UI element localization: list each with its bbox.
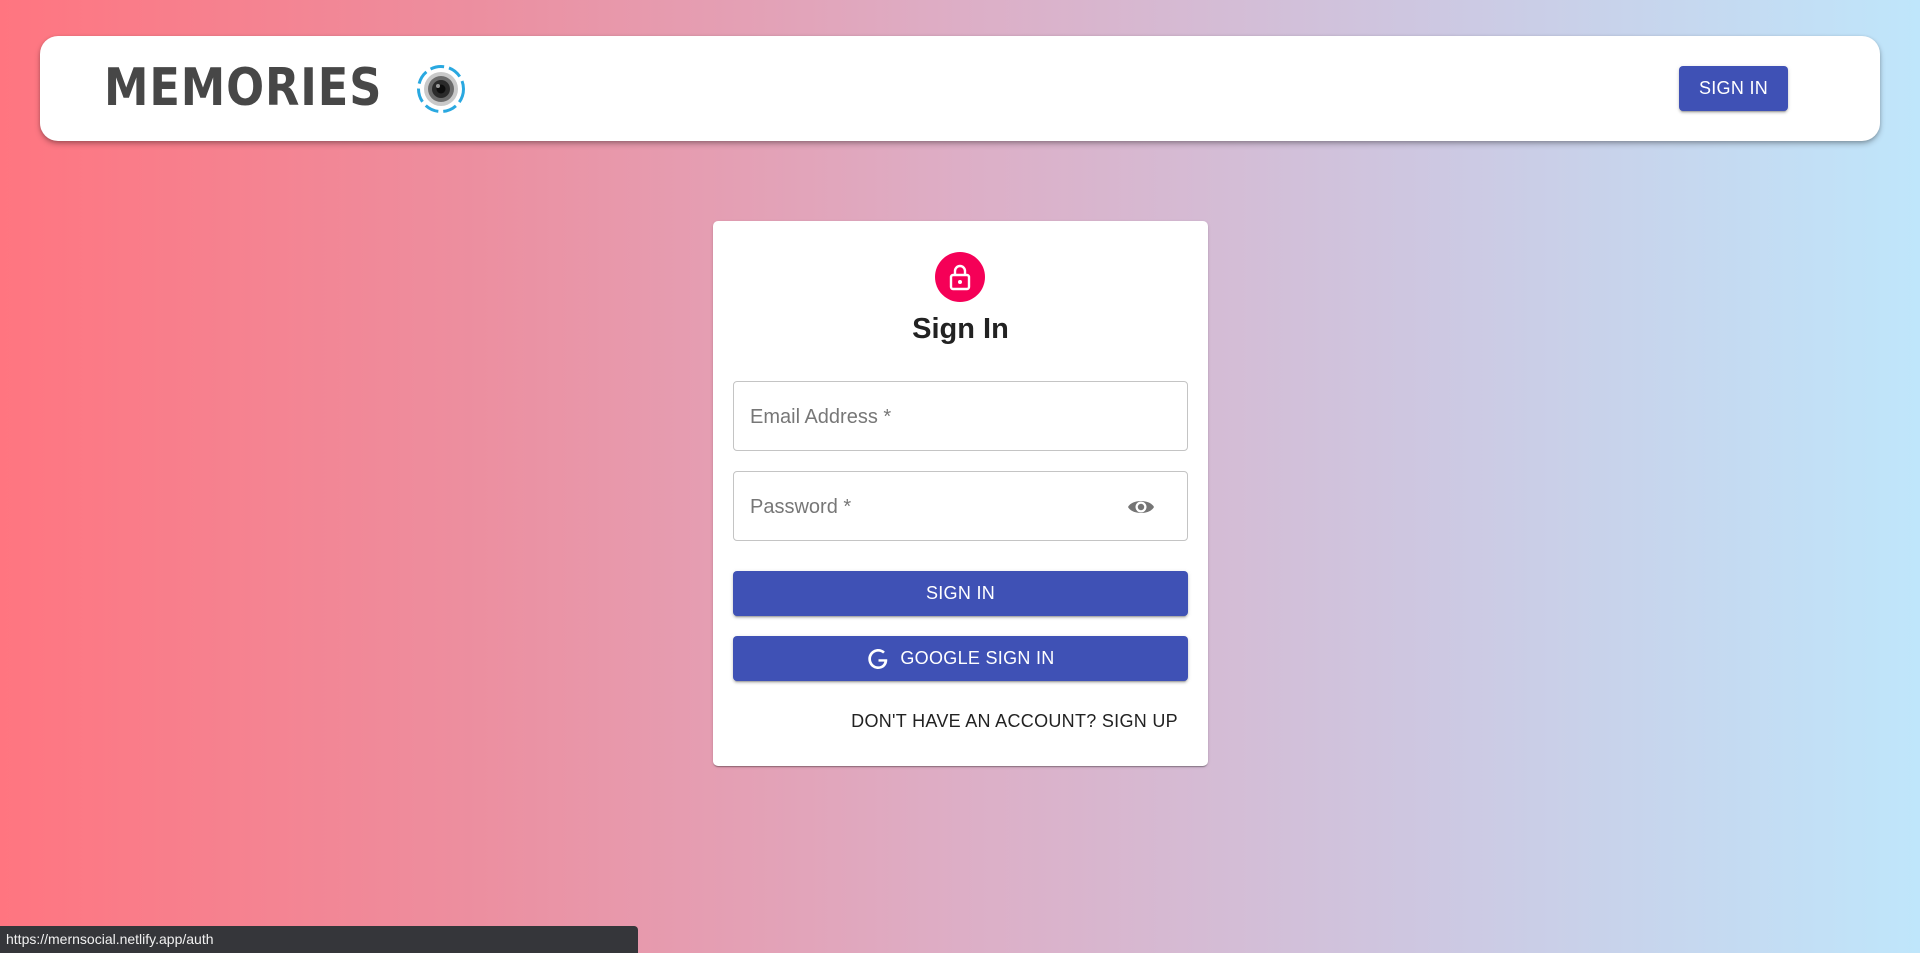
lock-avatar [935,252,985,302]
auth-card: Sign In Email Address * Password * SIGN … [713,221,1208,766]
password-placeholder: Password * [750,496,852,518]
page-title: Sign In [912,313,1009,345]
signin-button[interactable]: SIGN IN [733,571,1188,616]
lock-icon [949,264,971,291]
brand-title[interactable]: MEMORIES [104,58,382,118]
app-header: MEMORIES SIGN IN [40,36,1880,141]
brand-home-link[interactable]: MEMORIES [104,58,465,118]
email-field[interactable]: Email Address * [733,381,1188,451]
password-field[interactable]: Password * [733,471,1188,541]
camera-lens-icon [417,65,465,113]
status-url: https://mernsocial.netlify.app/auth [6,931,214,947]
browser-status-bar: https://mernsocial.netlify.app/auth [0,926,638,953]
google-signin-button[interactable]: GOOGLE SIGN IN [733,636,1188,681]
eye-icon[interactable] [1127,494,1155,520]
email-placeholder: Email Address * [750,406,892,428]
google-icon [868,648,888,669]
google-signin-label: GOOGLE SIGN IN [900,648,1055,668]
header-signin-button[interactable]: SIGN IN [1679,66,1788,111]
switch-to-signup-link[interactable]: DON'T HAVE AN ACCOUNT? SIGN UP [851,711,1178,732]
